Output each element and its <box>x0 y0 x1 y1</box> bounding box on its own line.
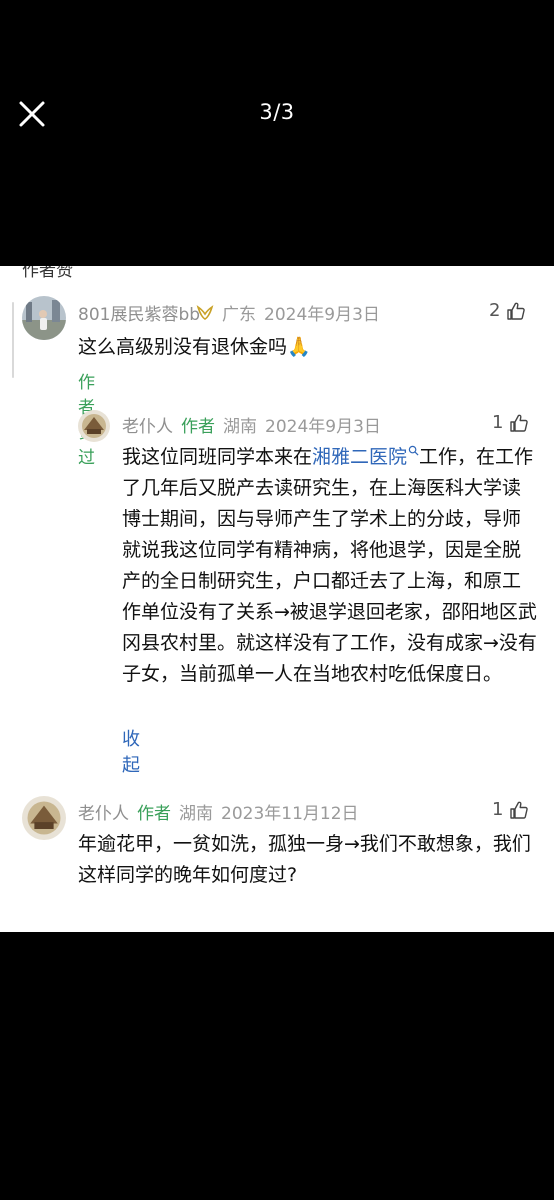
avatar-emblem-icon <box>22 796 66 840</box>
avatar[interactable] <box>78 410 110 442</box>
hospital-link[interactable]: 湘雅二医院 <box>312 445 419 468</box>
thumbs-up-icon <box>510 414 529 432</box>
comment-date: 2023年11月12日 <box>221 804 359 824</box>
reply-text-start: 我这位同班同学本来在 <box>122 446 313 468</box>
avatar-photo-icon <box>22 296 66 340</box>
avatar[interactable] <box>22 796 66 840</box>
comment-date: 2024年9月3日 <box>265 417 381 437</box>
avatar-emblem-icon <box>78 410 110 442</box>
comment-panel: 作者赞 801展民紫蓉bb 广东 2024年9月3日 2 这么高级别没有退休金吗… <box>0 266 554 932</box>
comment-text: 这么高级别没有退休金吗🙏 <box>78 336 311 358</box>
thread-scroll-indicator <box>12 302 14 378</box>
reply-text-rest: 工作，在工作了几年后又脱产去读研究生，在上海医科大学读博士期间，因与导师产生了学… <box>122 446 537 685</box>
comment-meta: 801展民紫蓉bb 广东 2024年9月3日 <box>78 300 380 325</box>
reply-text: 我这位同班同学本来在湘雅二医院 工作，在工作了几年后又脱产去读研究生，在上海医科大… <box>122 442 538 690</box>
vip-badge-icon <box>196 304 214 320</box>
like-button[interactable]: 1 <box>492 799 529 820</box>
hospital-link-label: 湘雅二医院 <box>312 446 408 468</box>
viewer-top-bar: 3/3 <box>0 0 554 266</box>
author-tag: 作者 <box>137 804 171 824</box>
image-counter: 3/3 <box>259 100 295 124</box>
avatar[interactable] <box>22 296 66 340</box>
thumbs-up-icon <box>510 801 529 819</box>
username[interactable]: 老仆人 <box>122 412 173 437</box>
username[interactable]: 老仆人 <box>78 799 129 824</box>
comment-text: 年逾花甲，一贫如洗，孤独一身→我们不敢想象，我们这样同学的晚年如何度过? <box>78 833 531 886</box>
collapse-button[interactable]: 收起 <box>122 725 140 777</box>
reply-meta: 老仆人 作者 湖南 2024年9月3日 <box>122 412 381 437</box>
like-button[interactable]: 1 <box>492 412 529 433</box>
thumbs-up-icon <box>507 302 526 320</box>
like-count: 1 <box>492 412 504 433</box>
author-tag: 作者 <box>181 417 215 437</box>
search-icon <box>408 445 419 456</box>
like-button[interactable]: 2 <box>489 300 526 321</box>
location: 湖南 <box>179 804 213 824</box>
viewer-bottom-bar <box>0 932 554 1200</box>
location: 广东 <box>222 305 257 325</box>
location: 湖南 <box>223 417 257 437</box>
username[interactable]: 801展民紫蓉bb <box>78 300 200 325</box>
cut-off-text: 作者赞 <box>22 266 73 281</box>
comment-date: 2024年9月3日 <box>264 305 380 325</box>
comment-meta: 老仆人 作者 湖南 2023年11月12日 <box>78 799 359 824</box>
like-count: 1 <box>492 799 504 820</box>
like-count: 2 <box>489 300 501 321</box>
